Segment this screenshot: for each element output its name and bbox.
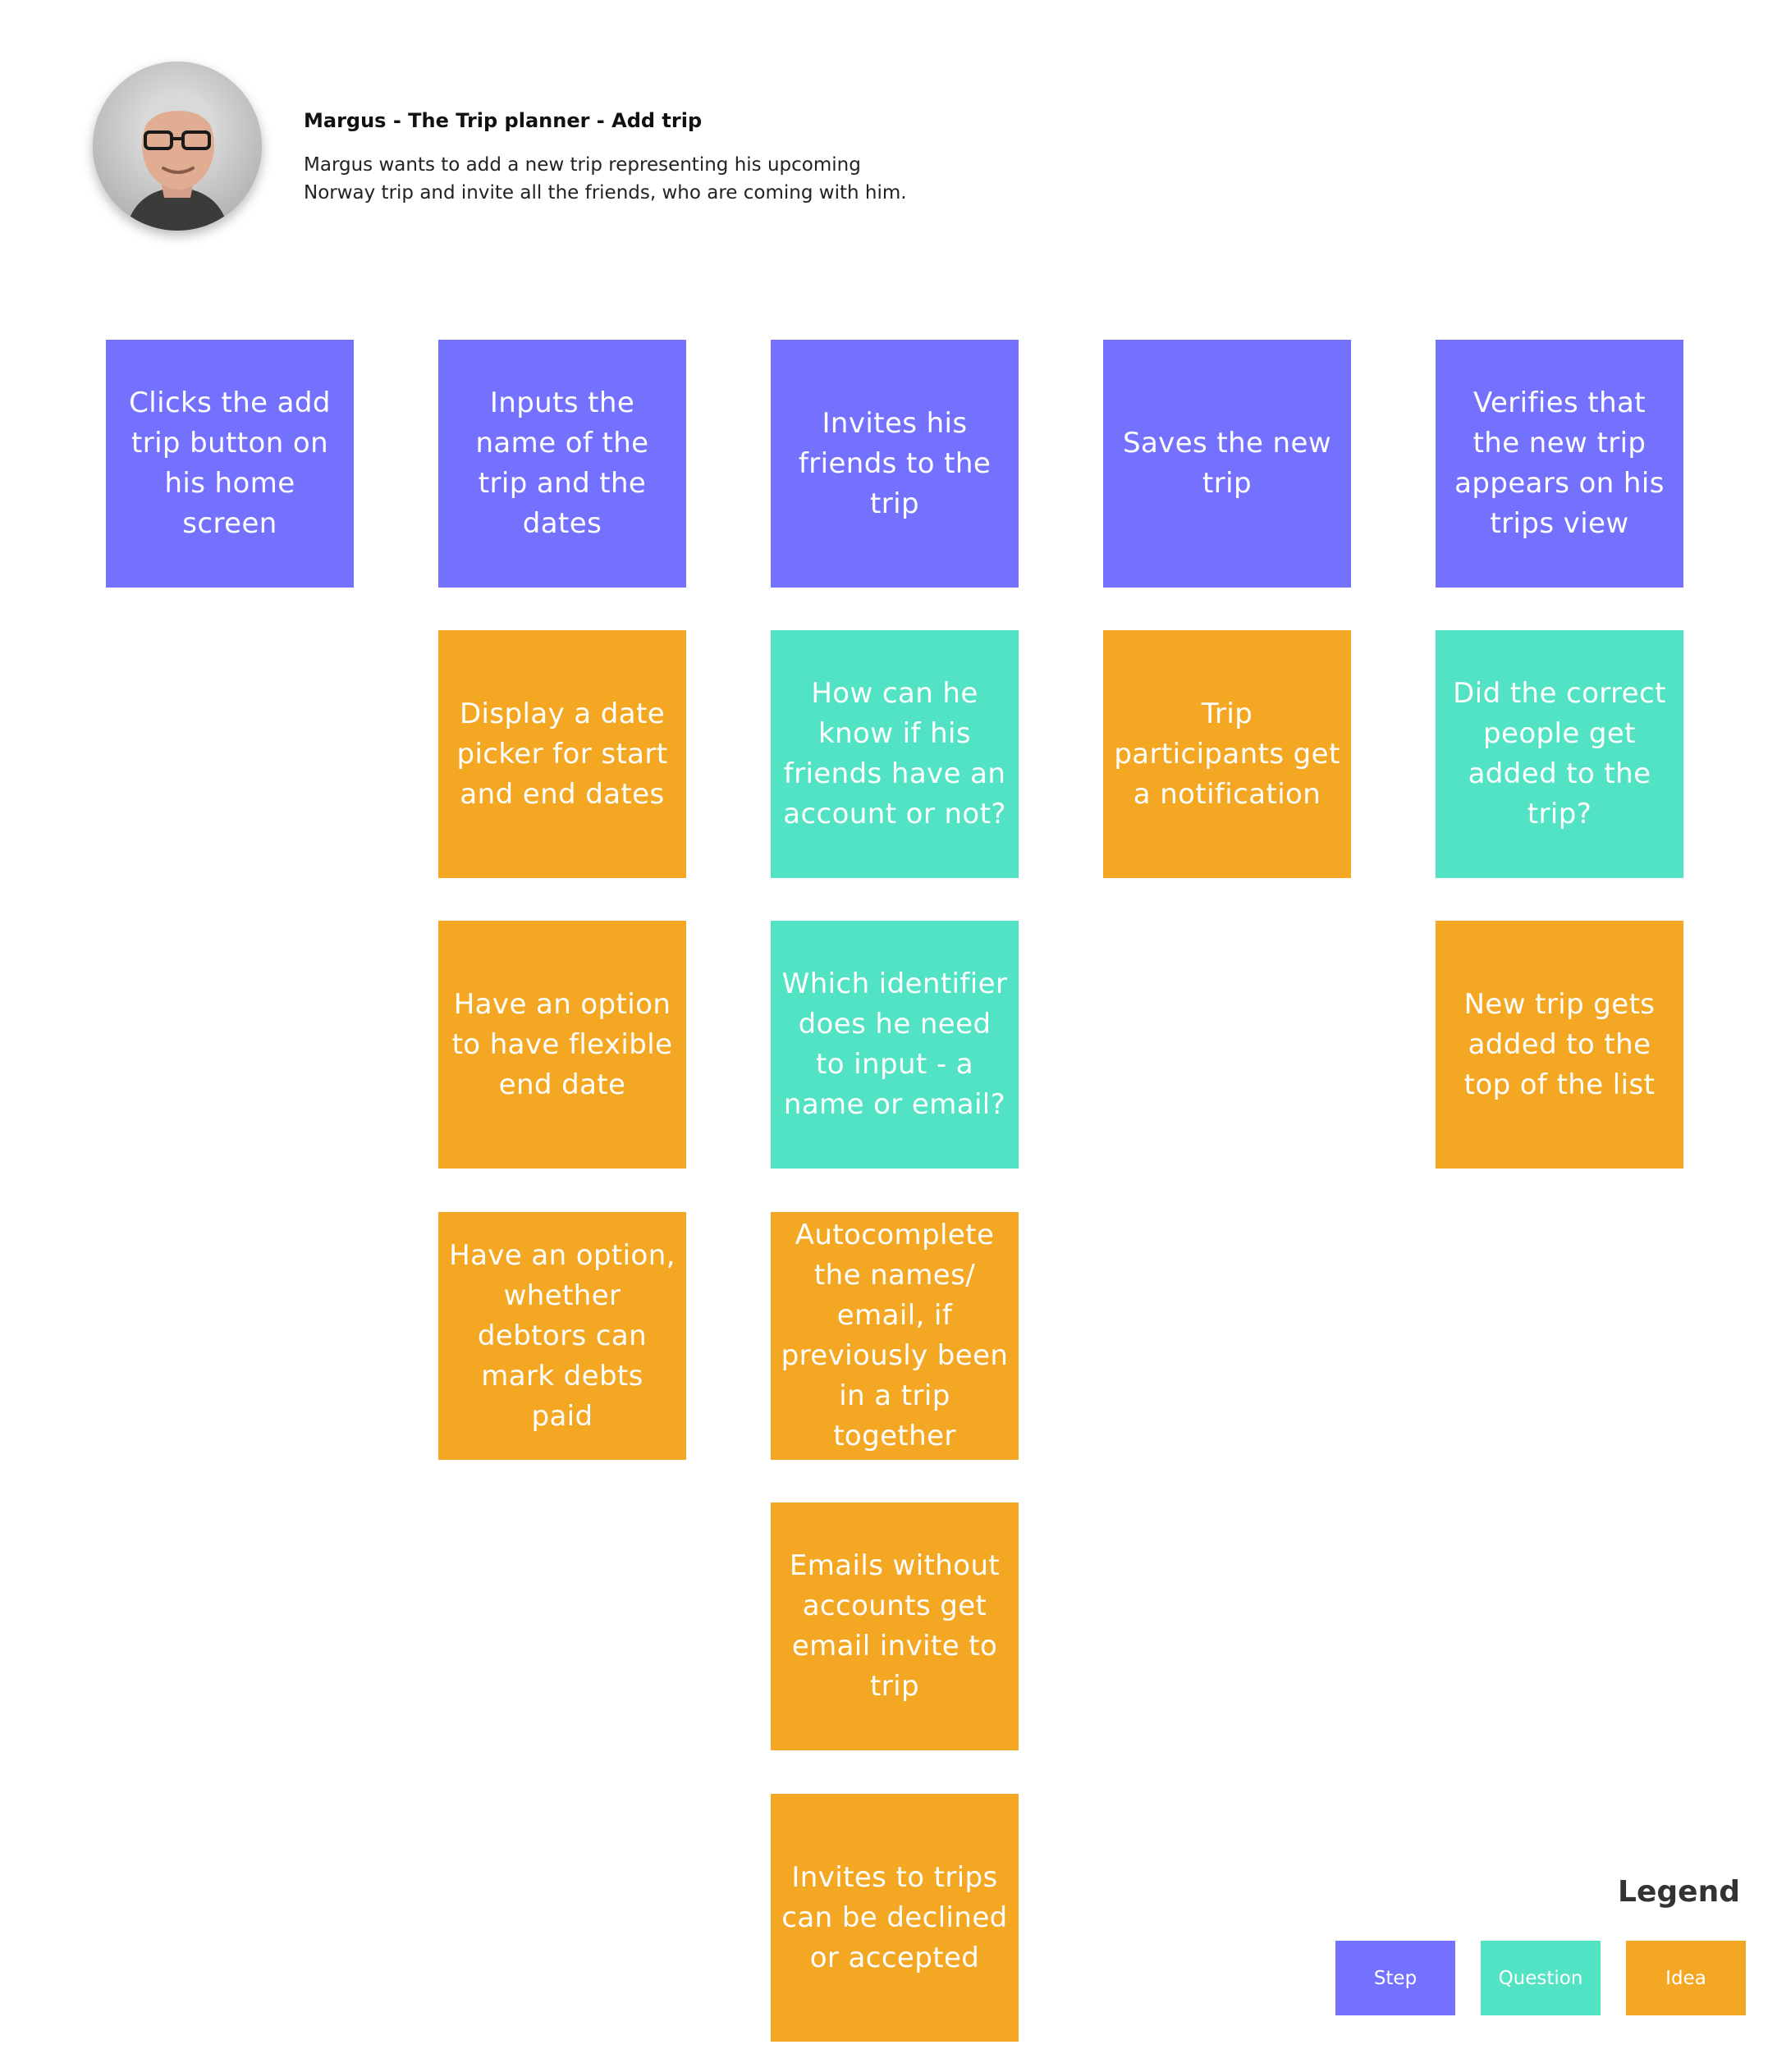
page-description: Margus wants to add a new trip represent… <box>304 151 927 207</box>
description-line: Norway trip and invite all the friends, … <box>304 182 907 204</box>
idea-note: Display a date picker for start and end … <box>438 630 686 878</box>
description-line: Margus wants to add a new trip represent… <box>304 154 861 176</box>
avatar <box>93 62 262 231</box>
step-note: Verifies that the new trip appears on hi… <box>1436 340 1683 588</box>
idea-note: Autocomplete the names/ email, if previo… <box>771 1212 1019 1460</box>
step-note: Inputs the name of the trip and the date… <box>438 340 686 588</box>
page-title: Margus - The Trip planner - Add trip <box>304 109 703 132</box>
idea-note: Invites to trips can be declined or acce… <box>771 1794 1019 2042</box>
legend-idea: Idea <box>1626 1941 1746 2015</box>
question-note: How can he know if his friends have an a… <box>771 630 1019 878</box>
legend-step: Step <box>1335 1941 1455 2015</box>
step-note: Invites his friends to the trip <box>771 340 1019 588</box>
question-note: Did the correct people get added to the … <box>1436 630 1683 878</box>
legend-title: Legend <box>1618 1875 1740 1909</box>
idea-note: Have an option to have flexible end date <box>438 921 686 1169</box>
idea-note: Trip participants get a notification <box>1103 630 1351 878</box>
question-note: Which identifier does he need to input -… <box>771 921 1019 1169</box>
idea-note: Have an option, whether debtors can mark… <box>438 1212 686 1460</box>
idea-note: New trip gets added to the top of the li… <box>1436 921 1683 1169</box>
idea-note: Emails without accounts get email invite… <box>771 1503 1019 1750</box>
step-note: Clicks the add trip button on his home s… <box>106 340 354 588</box>
person-portrait-icon <box>93 62 262 231</box>
legend-question: Question <box>1481 1941 1601 2015</box>
step-note: Saves the new trip <box>1103 340 1351 588</box>
